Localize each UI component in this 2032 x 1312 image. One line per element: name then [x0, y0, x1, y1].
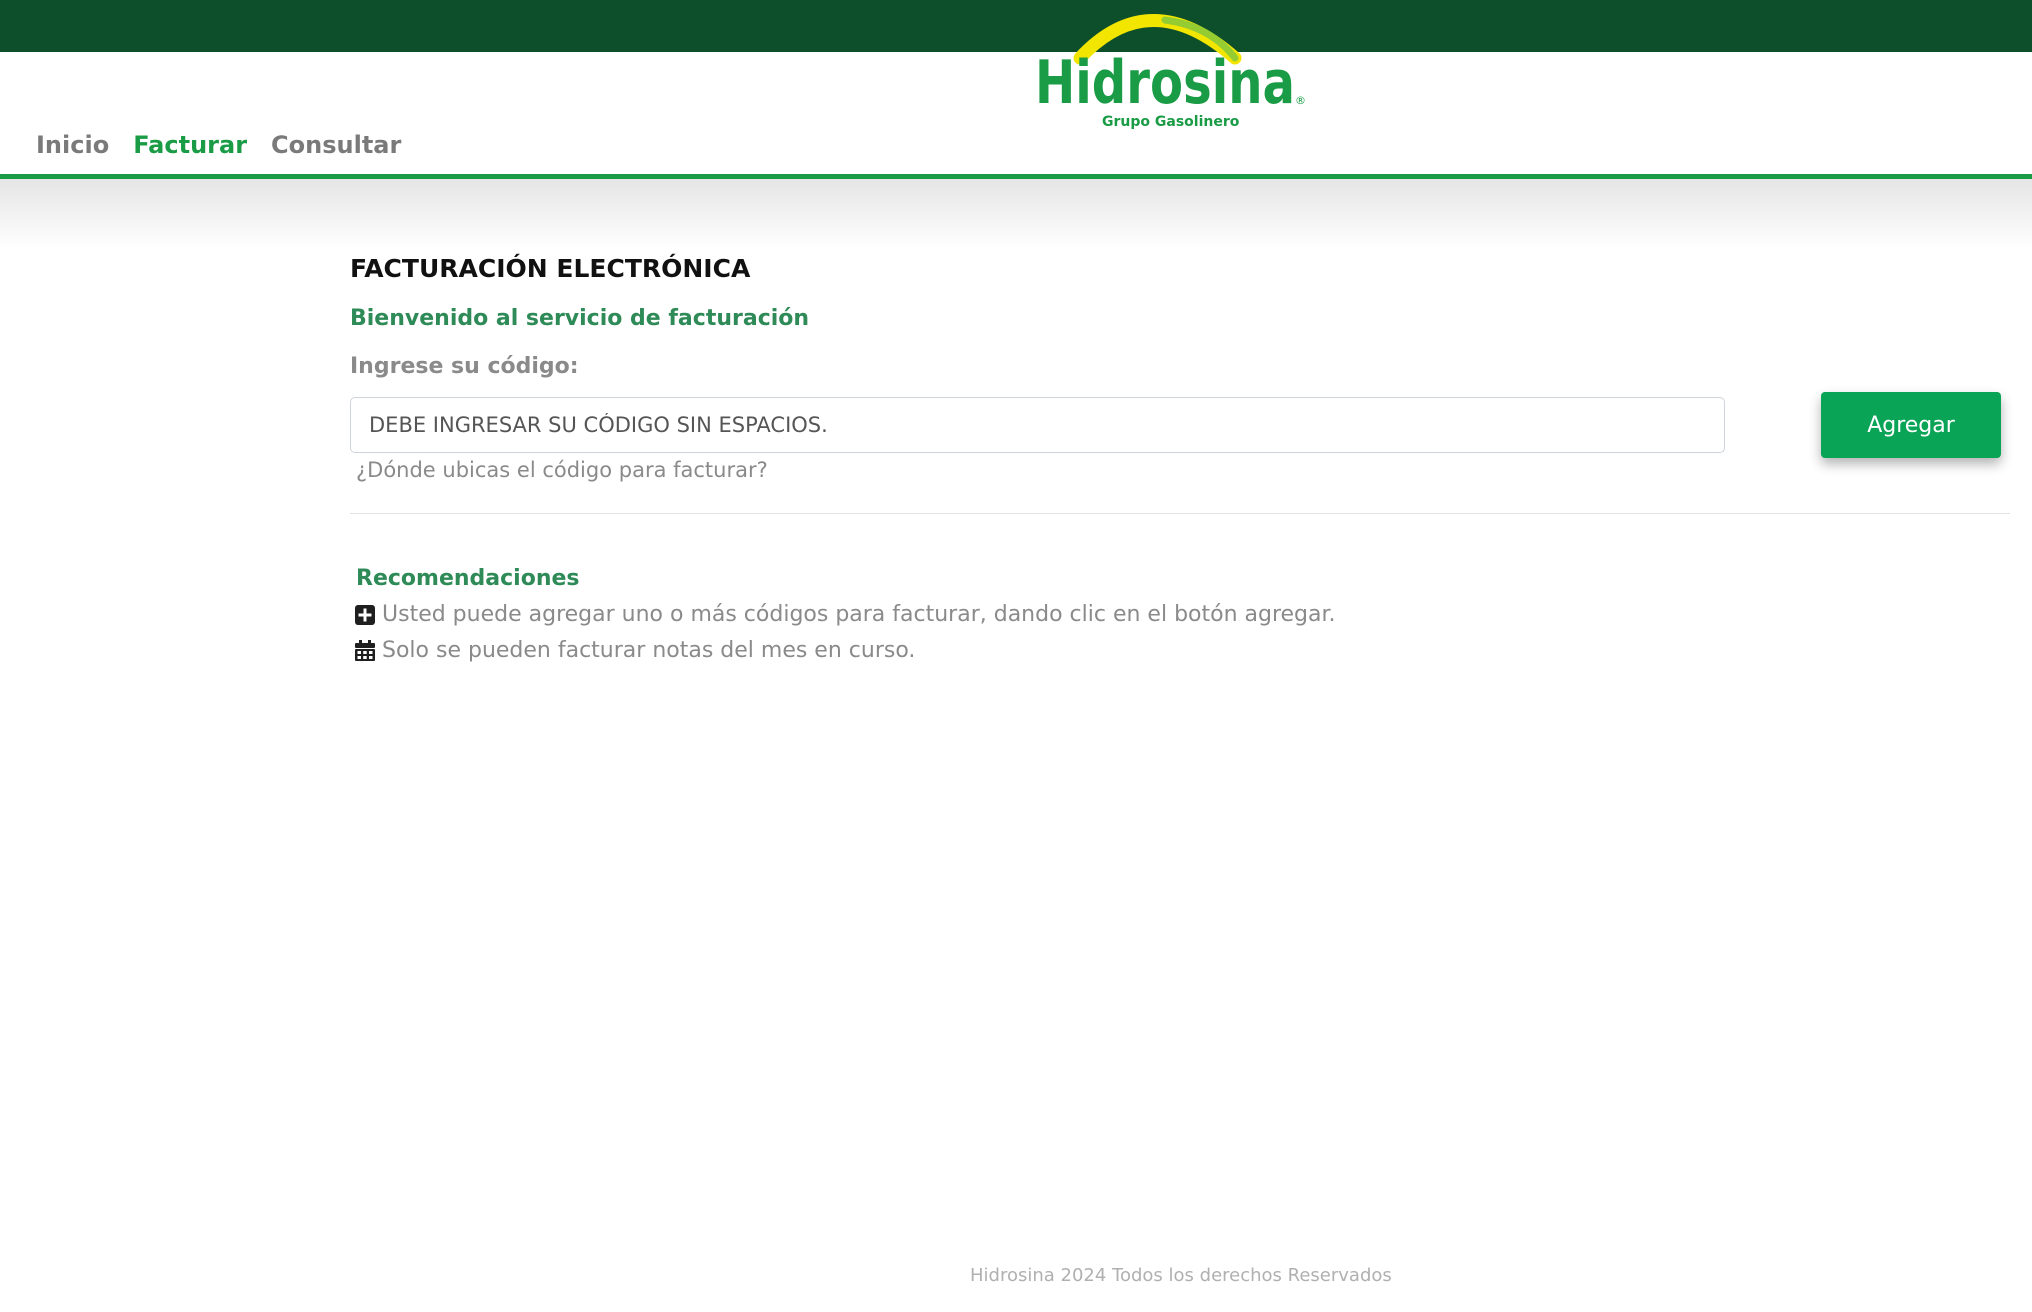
page-title: FACTURACIÓN ELECTRÓNICA: [350, 254, 751, 283]
recommendation-text: Solo se pueden facturar notas del mes en…: [382, 638, 916, 663]
nav-item-inicio[interactable]: Inicio: [36, 128, 109, 162]
header-shadow: [0, 179, 2032, 249]
recommendations-title: Recomendaciones: [356, 566, 580, 591]
nav-item-facturar[interactable]: Facturar: [133, 128, 247, 162]
top-bar: [0, 0, 2032, 52]
logo-registered-mark: ®: [1295, 94, 1306, 107]
code-help-link[interactable]: ¿Dónde ubicas el código para facturar?: [356, 458, 768, 482]
calendar-icon: [354, 639, 376, 662]
welcome-message: Bienvenido al servicio de facturación: [350, 306, 810, 331]
logo-tagline: Grupo Gasolinero: [1102, 114, 1240, 130]
code-input[interactable]: [350, 397, 1725, 453]
nav-item-consultar[interactable]: Consultar: [271, 128, 401, 162]
recommendation-item: Usted puede agregar uno o más códigos pa…: [354, 602, 1336, 627]
hidrosina-logo[interactable]: Hidrosina ® Grupo Gasolinero: [1030, 8, 1330, 134]
footer-text: Hidrosina 2024 Todos los derechos Reserv…: [970, 1265, 1392, 1286]
code-label: Ingrese su código:: [350, 354, 579, 379]
recommendation-text: Usted puede agregar uno o más códigos pa…: [382, 602, 1336, 627]
section-divider: [350, 513, 2010, 514]
add-button[interactable]: Agregar: [1821, 392, 2001, 458]
recommendation-item: Solo se pueden facturar notas del mes en…: [354, 638, 915, 663]
logo-wordmark: Hidrosina: [1035, 48, 1295, 118]
main-nav: Inicio Facturar Consultar: [36, 128, 401, 162]
plus-square-icon: [354, 604, 376, 626]
